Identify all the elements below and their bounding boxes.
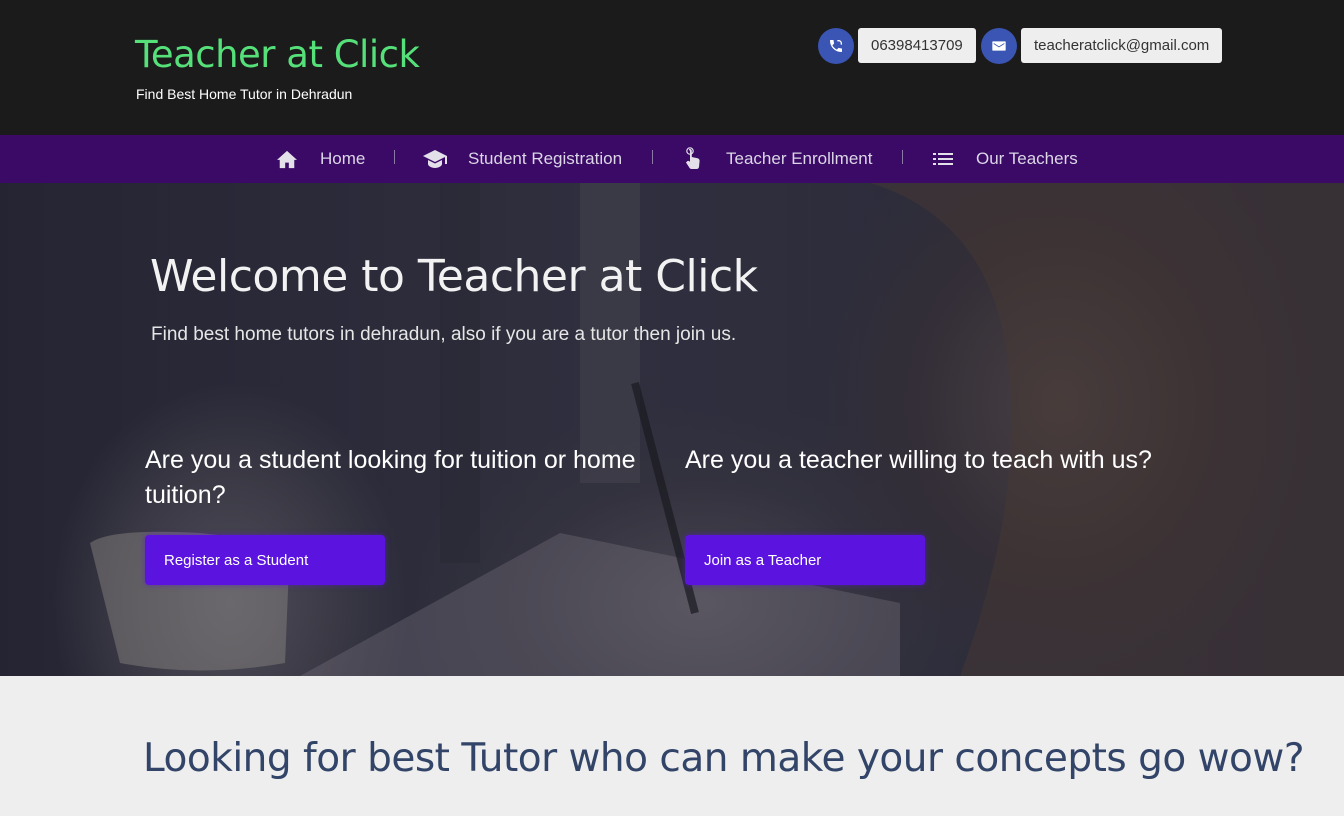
nav-item-student-registration[interactable]: Student Registration [423,135,622,183]
teacher-question: Are you a teacher willing to teach with … [685,446,1152,474]
nav-item-our-teachers[interactable]: Our Teachers [931,135,1078,183]
graduation-cap-icon [423,147,447,171]
student-question: Are you a student looking for tuition or… [145,446,636,509]
top-header: Teacher at Click Find Best Home Tutor in… [0,0,1344,135]
phone-icon [818,27,854,64]
hero-banner: Welcome to Teacher at Click Find best ho… [0,183,1344,676]
site-title[interactable]: Teacher at Click [135,33,420,76]
nav-item-teacher-enrollment[interactable]: Teacher Enrollment [681,135,872,183]
mail-icon [981,27,1017,64]
main-nav: Home Student Registration Teacher Enroll… [0,135,1344,183]
nav-item-label: Our Teachers [976,149,1078,168]
email-address[interactable]: teacheratclick@gmail.com [1021,28,1223,63]
hand-pointer-icon [681,147,705,171]
site-tagline: Find Best Home Tutor in Dehradun [136,86,353,102]
join-teacher-button[interactable]: Join as a Teacher [685,535,925,585]
phone-number[interactable]: 06398413709 [858,28,976,63]
section-heading: Looking for best Tutor who can make your… [143,736,1305,781]
home-icon [275,147,299,171]
nav-divider [652,150,653,164]
email-contact[interactable]: teacheratclick@gmail.com [981,27,1223,64]
phone-contact[interactable]: 06398413709 [818,27,976,64]
nav-item-label: Teacher Enrollment [726,149,873,168]
register-student-button[interactable]: Register as a Student [145,535,385,585]
nav-divider [902,150,903,164]
nav-item-label: Student Registration [468,149,623,168]
hero-title: Welcome to Teacher at Click [150,251,758,302]
list-icon [931,147,955,171]
nav-item-home[interactable]: Home [275,135,365,183]
nav-item-label: Home [320,149,366,168]
hero-lead: Find best home tutors in dehradun, also … [151,324,737,345]
nav-divider [394,150,395,164]
